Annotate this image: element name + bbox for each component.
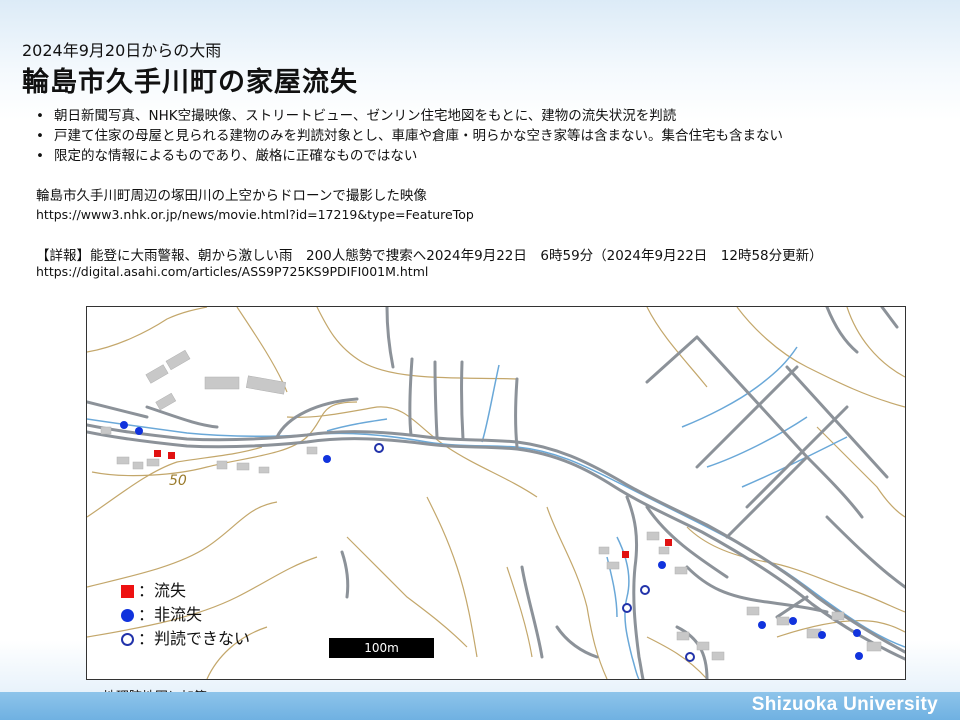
not-washed-away-marker bbox=[789, 617, 797, 625]
not-washed-away-marker bbox=[853, 629, 861, 637]
source-nhk-url[interactable]: https://www3.nhk.or.jp/news/movie.html?i… bbox=[36, 207, 474, 222]
not-washed-away-marker bbox=[758, 621, 766, 629]
not-washed-away-marker bbox=[135, 427, 143, 435]
washed-away-marker bbox=[622, 551, 629, 558]
legend-row-washed-away: ：流失 bbox=[121, 579, 250, 603]
bullet-item: 限定的な情報によるものであり、厳格に正確なものではない bbox=[34, 146, 783, 166]
university-brand: Shizuoka University bbox=[751, 694, 938, 715]
not-washed-away-marker bbox=[658, 561, 666, 569]
undetermined-marker bbox=[685, 652, 695, 662]
blue-ring-icon bbox=[121, 632, 134, 646]
source-asahi-text: 【詳報】能登に大雨警報、朝から激しい雨 200人態勢で捜索へ2024年9月22日… bbox=[36, 248, 823, 264]
map-legend: ：流失 ：非流失 ：判読できない bbox=[121, 579, 250, 651]
legend-row-not-washed-away: ：非流失 bbox=[121, 603, 250, 627]
washed-away-marker bbox=[168, 452, 175, 459]
legend-label: ：流失 bbox=[138, 581, 187, 600]
map-panel: 50 ：流失 ：非流失 ：判読できない 100m bbox=[86, 306, 906, 680]
washed-away-marker bbox=[154, 450, 161, 457]
legend-row-undetermined: ：判読できない bbox=[121, 627, 250, 651]
source-asahi-url[interactable]: https://digital.asahi.com/articles/ASS9P… bbox=[36, 264, 428, 279]
not-washed-away-marker bbox=[323, 455, 331, 463]
contour-label: 50 bbox=[169, 473, 187, 489]
bullet-item: 朝日新聞写真、NHK空撮映像、ストリートビュー、ゼンリン住宅地図をもとに、建物の… bbox=[34, 106, 783, 126]
legend-label: ：非流失 bbox=[138, 605, 203, 624]
source-nhk-text: 輪島市久手川町周辺の塚田川の上空からドローンで撮影した映像 bbox=[36, 188, 427, 204]
bullet-list: 朝日新聞写真、NHK空撮映像、ストリートビュー、ゼンリン住宅地図をもとに、建物の… bbox=[34, 106, 783, 166]
washed-away-marker bbox=[665, 539, 672, 546]
legend-label: ：判読できない bbox=[138, 629, 251, 648]
not-washed-away-marker bbox=[120, 421, 128, 429]
slide-title: 輪島市久手川町の家屋流失 bbox=[22, 67, 358, 98]
undetermined-marker bbox=[622, 603, 632, 613]
not-washed-away-marker bbox=[855, 652, 863, 660]
red-square-icon bbox=[121, 584, 134, 598]
scale-bar: 100m bbox=[329, 638, 434, 658]
undetermined-marker bbox=[640, 585, 650, 595]
slide-subtitle: 2024年9月20日からの大雨 bbox=[22, 41, 222, 60]
not-washed-away-marker bbox=[818, 631, 826, 639]
undetermined-marker bbox=[374, 443, 384, 453]
bullet-item: 戸建て住家の母屋と見られる建物のみを判読対象とし、車庫や倉庫・明らかな空き家等は… bbox=[34, 126, 783, 146]
blue-circle-icon bbox=[121, 608, 134, 622]
